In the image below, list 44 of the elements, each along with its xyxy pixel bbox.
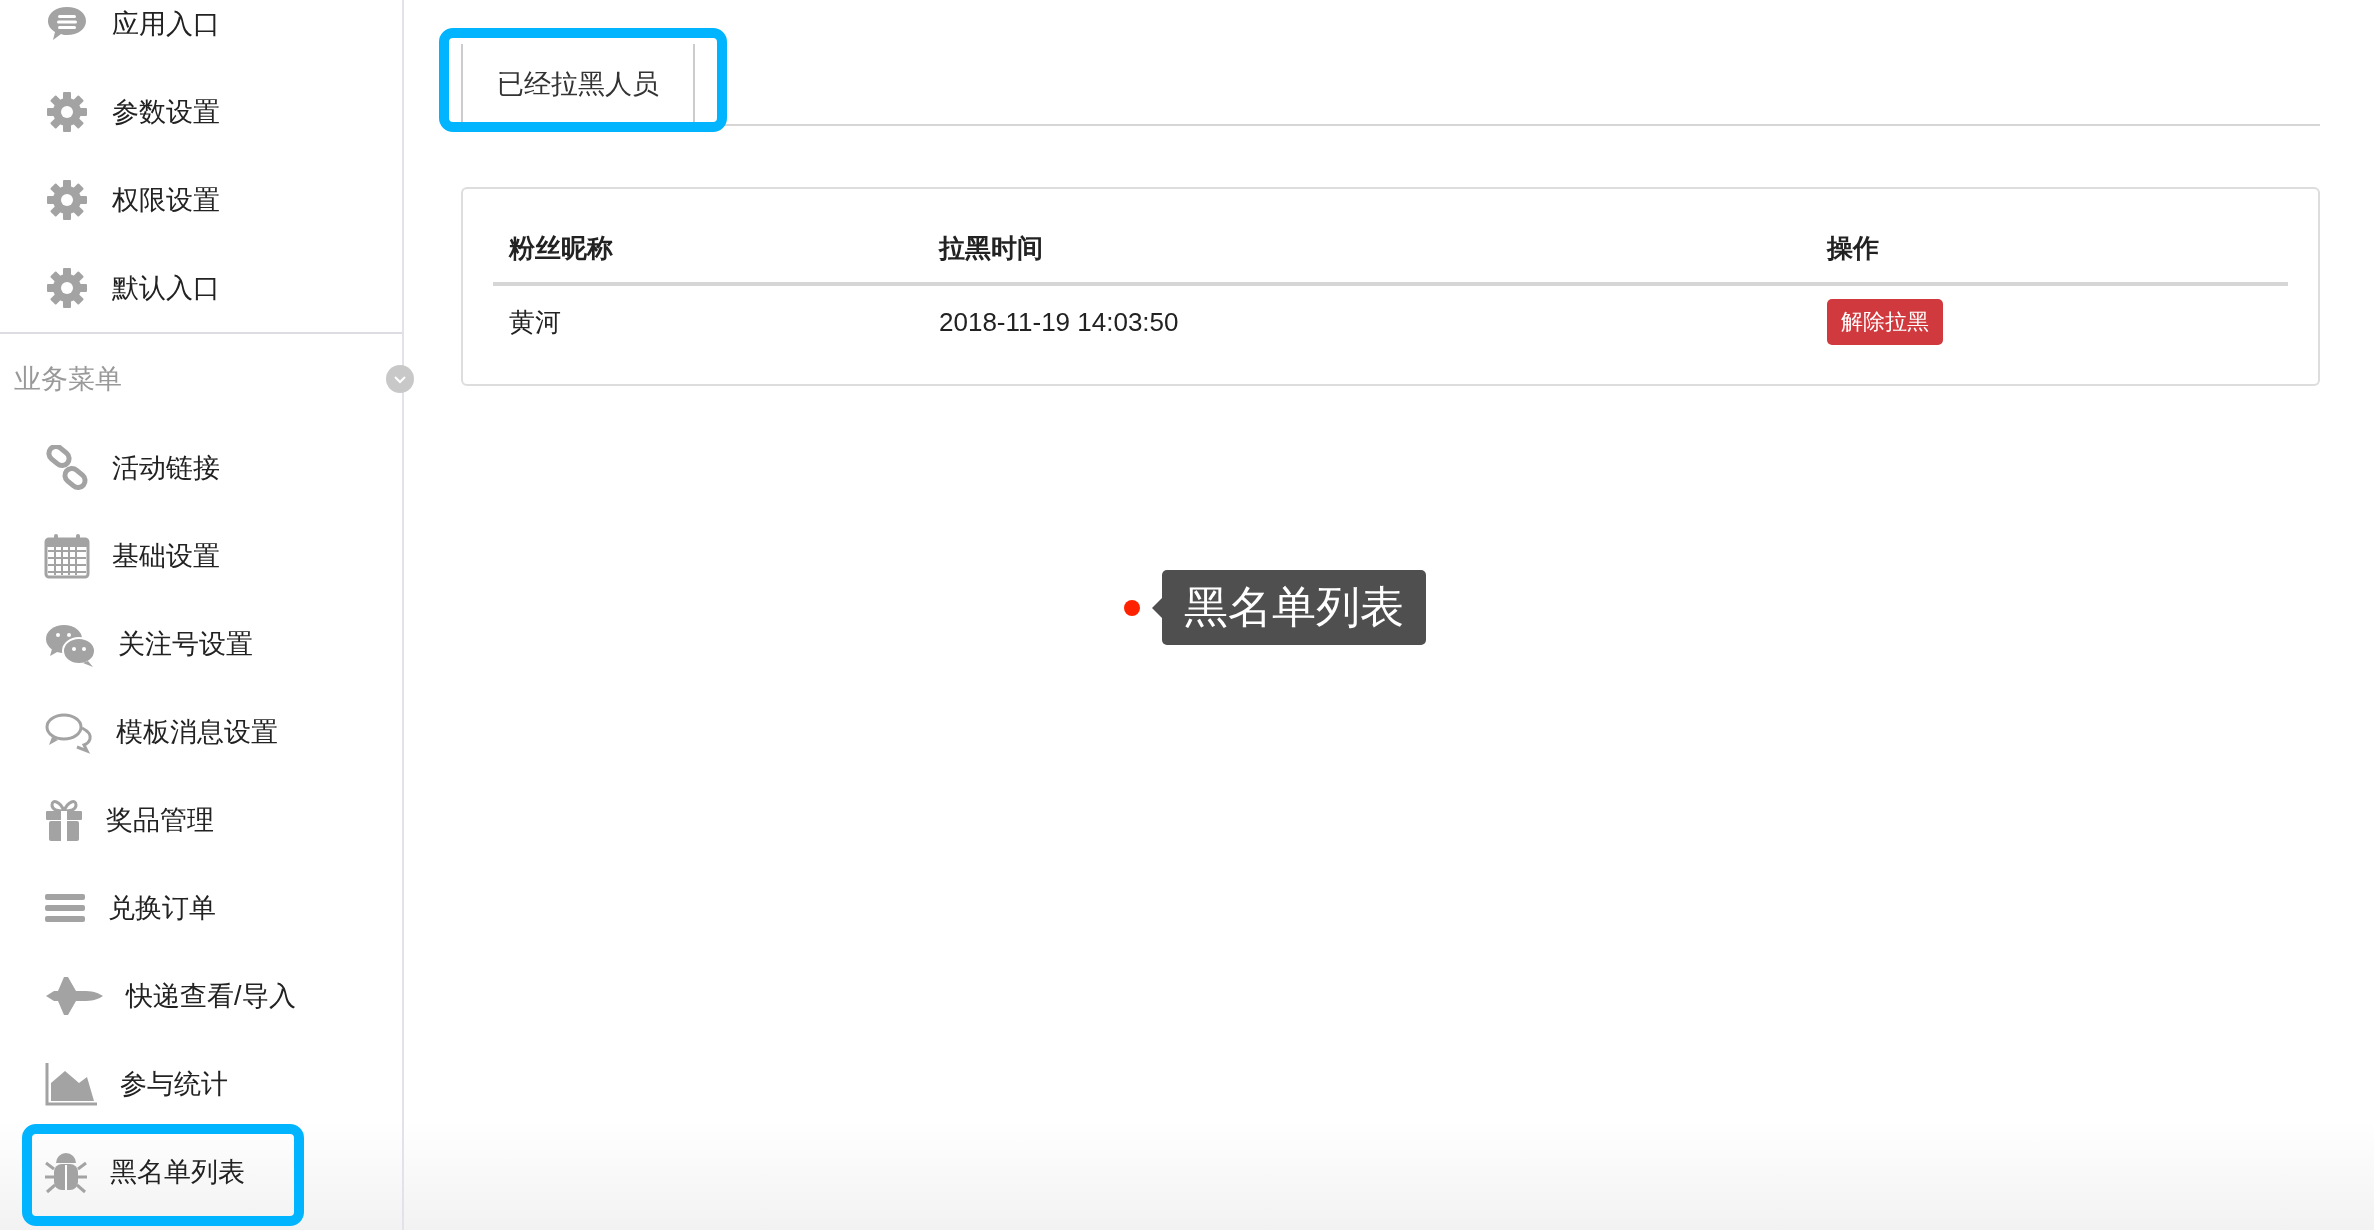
calendar-icon [44,533,90,579]
sidebar-item[interactable]: 奖品管理 [0,776,402,864]
gift-icon [44,797,84,843]
table-cell-text: 黄河 [508,305,562,339]
tab[interactable]: 已经拉黑人员 [461,44,695,124]
column-header: 操作 [1811,215,2288,286]
section-title: 业务菜单 [14,363,122,396]
unblock-button[interactable]: 解除拉黑 [1827,299,1943,345]
sidebar-item-label: 关注号设置 [118,628,253,661]
sidebar-item[interactable]: 兑换订单 [0,864,402,952]
column-header: 拉黑时间 [923,215,1811,286]
sidebar-item-label: 权限设置 [112,184,220,217]
sidebar-item-label: 模板消息设置 [116,716,278,749]
sidebar-item[interactable]: 黑名单列表 [0,1128,402,1216]
sidebar-item[interactable]: 活动链接 [0,424,402,512]
sidebar-item[interactable]: 关注号设置 [0,600,402,688]
sidebar-item[interactable]: 权限设置 [0,156,402,244]
sidebar-item[interactable]: 参与统计 [0,1040,402,1128]
sidebar-item-label: 奖品管理 [106,804,214,837]
sidebar-item[interactable]: 模板消息设置 [0,688,402,776]
sidebar-item[interactable]: 基础设置 [0,512,402,600]
sidebar-item-label: 兑换订单 [108,892,216,925]
chain-link-icon [44,445,90,491]
sidebar-item[interactable]: 应用入口 [0,0,402,68]
sidebar-item-label: 默认入口 [112,272,220,305]
sidebar-item-label: 参数设置 [112,96,220,129]
sidebar-item-label: 活动链接 [112,452,220,485]
area-chart-icon [44,1061,98,1107]
gear-icon [44,89,90,135]
sidebar-item[interactable]: 参数设置 [0,68,402,156]
sidebar-item-label: 基础设置 [112,540,220,573]
sidebar-item-label: 应用入口 [112,8,220,41]
sidebar-item-label: 参与统计 [120,1068,228,1101]
sidebar-item-label: 快递查看/导入 [126,980,296,1013]
gear-icon [44,265,90,311]
collapse-toggle-icon[interactable] [386,365,414,393]
sidebar-item-label: 黑名单列表 [110,1156,245,1189]
gear-icon [44,177,90,223]
sidebar-item[interactable]: 默认入口 [0,244,402,332]
table-cell-text: 2018-11-19 14:03:50 [938,305,1180,339]
marker-dot [1124,599,1140,616]
column-header: 粉丝昵称 [493,215,923,286]
sidebar-item[interactable]: 快递查看/导入 [0,952,402,1040]
tooltip: 黑名单列表 [1162,570,1426,645]
